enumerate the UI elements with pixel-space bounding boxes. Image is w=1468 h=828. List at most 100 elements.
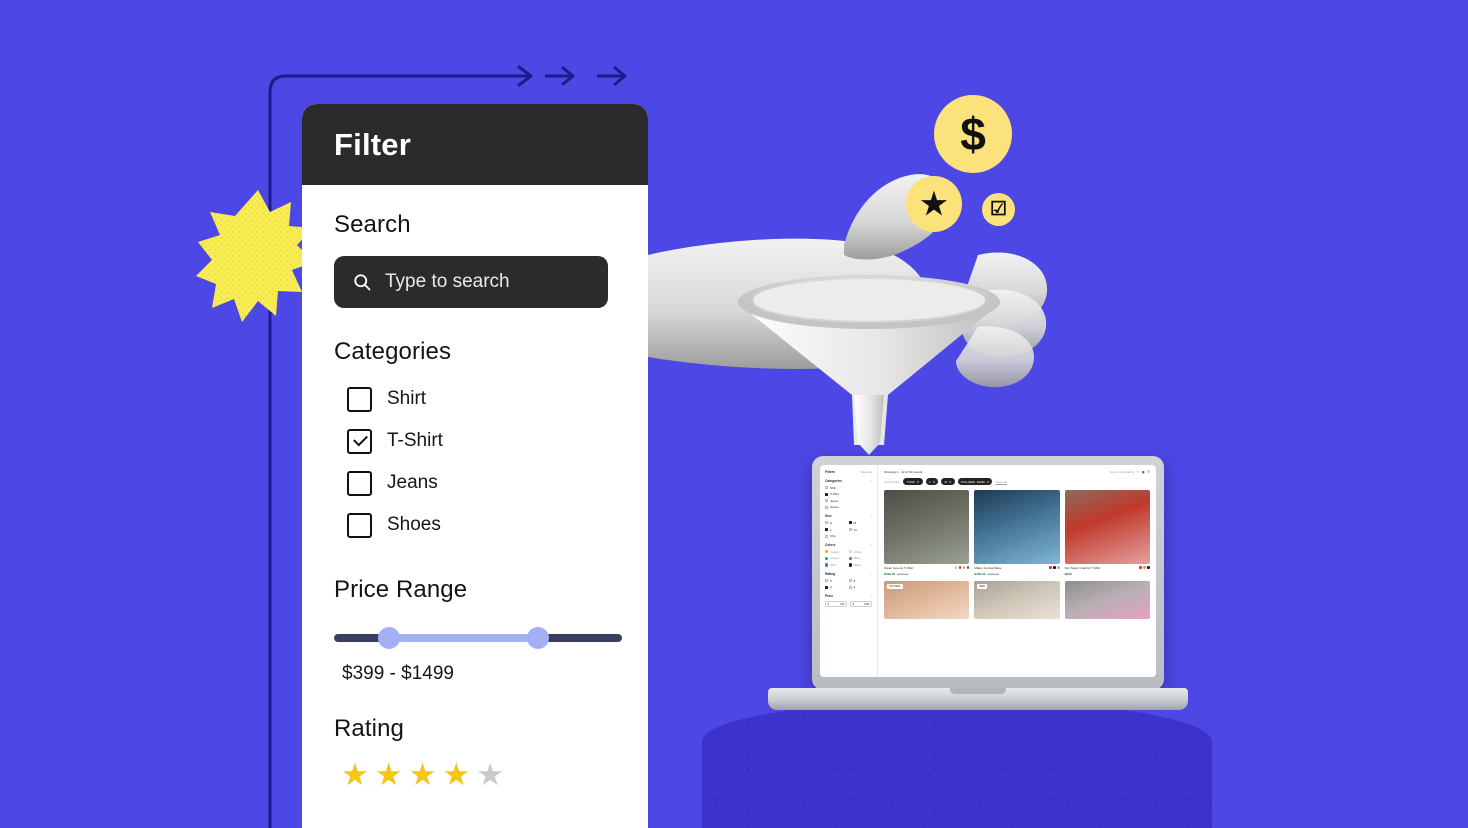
- close-icon[interactable]: ✕: [933, 480, 935, 484]
- product-name: Clean Greens T-Shirt: [884, 566, 914, 571]
- product-card[interactable]: Not Today Graphic T-Shirt $999: [1064, 490, 1150, 576]
- mini-option[interactable]: 4: [825, 585, 849, 589]
- close-icon[interactable]: ✕: [949, 480, 951, 484]
- chevron-up-icon[interactable]: ^: [871, 479, 872, 483]
- color-swatch[interactable]: [825, 556, 829, 561]
- product-swatches[interactable]: [954, 566, 970, 570]
- color-swatch[interactable]: [848, 563, 852, 567]
- close-icon[interactable]: ✕: [917, 480, 919, 484]
- product-card[interactable]: HOT DEAL: [884, 581, 970, 620]
- mini-color-option[interactable]: Green: [825, 556, 849, 560]
- mini-checkbox[interactable]: [825, 579, 828, 583]
- mini-checkbox[interactable]: [825, 505, 828, 509]
- search-placeholder: Type to search: [385, 271, 510, 292]
- mini-option[interactable]: 2: [848, 585, 873, 590]
- mini-color-option[interactable]: White: [848, 550, 873, 554]
- product-card[interactable]: Clean Greens T-Shirt $499.00 $699.00: [884, 490, 970, 576]
- slider-handle-max[interactable]: [527, 627, 550, 649]
- filter-pill[interactable]: L ✕: [925, 478, 939, 486]
- product-swatches[interactable]: [1139, 566, 1150, 570]
- category-item-jeans[interactable]: Jeans: [334, 462, 616, 504]
- mini-option[interactable]: L: [825, 528, 849, 532]
- grid-view-icon[interactable]: ▦: [1142, 470, 1145, 474]
- mini-checkbox[interactable]: [825, 521, 828, 525]
- color-swatch[interactable]: [825, 563, 829, 567]
- product-image: HOT DEAL: [884, 581, 970, 620]
- star-4-filled[interactable]: ★: [442, 759, 470, 790]
- price-range-slider[interactable]: [334, 627, 622, 649]
- mini-checkbox[interactable]: [848, 521, 852, 525]
- mini-checkbox[interactable]: [825, 585, 828, 589]
- mini-color-option[interactable]: Black: [848, 563, 873, 567]
- price-from-input[interactable]: $ 399: [825, 601, 847, 608]
- mini-color-option[interactable]: Blue: [848, 556, 873, 561]
- mini-option[interactable]: Shirt: [825, 486, 872, 490]
- price-to-input[interactable]: $ 1499: [850, 601, 872, 608]
- mini-clear-all-link[interactable]: Clear all: [995, 480, 1006, 484]
- checkbox-tshirt[interactable]: [347, 428, 372, 454]
- category-item-shoes[interactable]: Shoes: [334, 504, 616, 546]
- currency-symbol: $: [827, 602, 829, 606]
- mini-clear-all[interactable]: Clear all: [861, 470, 872, 474]
- mini-checkbox[interactable]: [825, 486, 828, 490]
- slider-handle-min[interactable]: [377, 627, 400, 649]
- filter-panel-body: Search Type to search Categories Shirt T…: [302, 185, 648, 790]
- chevron-up-icon[interactable]: ^: [871, 594, 872, 598]
- mini-checkbox[interactable]: [825, 492, 828, 496]
- mini-option[interactable]: M: [848, 521, 873, 525]
- color-swatch[interactable]: [825, 550, 829, 554]
- mini-option[interactable]: 3: [848, 578, 873, 583]
- star-2-filled[interactable]: ★: [375, 759, 403, 790]
- mini-option-label: Green: [830, 556, 839, 561]
- chevron-up-icon[interactable]: ^: [871, 543, 872, 547]
- mini-section-title: Price: [825, 594, 834, 599]
- mini-color-option[interactable]: Yellow: [825, 550, 849, 554]
- mini-color-option[interactable]: Red: [825, 563, 849, 567]
- mini-option-label: 2: [853, 585, 856, 590]
- list-view-icon[interactable]: ☰: [1147, 470, 1150, 474]
- mini-option[interactable]: Jeans: [825, 499, 872, 503]
- mini-option[interactable]: 5: [825, 579, 849, 583]
- product-card[interactable]: NEW: [974, 581, 1060, 620]
- chevron-down-icon[interactable]: ▾: [1137, 470, 1139, 474]
- checkbox-shirt[interactable]: [347, 386, 372, 412]
- star-3-filled[interactable]: ★: [409, 759, 437, 790]
- product-swatches[interactable]: [1049, 566, 1060, 570]
- mini-option[interactable]: T-Shirt: [825, 492, 872, 496]
- color-swatch[interactable]: [848, 550, 852, 554]
- mini-option[interactable]: XL: [848, 528, 873, 532]
- checkbox-jeans[interactable]: [347, 470, 372, 496]
- slider-fill: [388, 634, 539, 642]
- mini-checkbox[interactable]: [825, 534, 828, 538]
- filter-pill[interactable]: Price $399 - $1499 ✕: [957, 478, 993, 486]
- search-icon: [354, 274, 371, 291]
- chevron-up-icon[interactable]: ^: [871, 572, 872, 576]
- canvas: $ ★ ☑ Filters Clear all Categories ^ Shi…: [0, 0, 1468, 828]
- mini-checkbox[interactable]: [848, 528, 852, 532]
- chevron-up-icon[interactable]: ^: [871, 514, 872, 518]
- star-1-filled[interactable]: ★: [341, 759, 369, 790]
- rating-stars[interactable]: ★ ★ ★ ★ ★: [334, 759, 616, 790]
- filter-pill[interactable]: T-Shirt ✕: [903, 478, 923, 486]
- filter-pill[interactable]: M ✕: [941, 478, 955, 486]
- search-input[interactable]: Type to search: [334, 256, 608, 308]
- filter-pill-label: Price $399 - $1499: [961, 479, 985, 484]
- mini-sort-label[interactable]: Sort by Popularity: [1110, 470, 1134, 474]
- product-card[interactable]: Maker Gonna Make $499.00 $699.00: [974, 490, 1060, 576]
- mini-option-label: 3: [853, 578, 856, 583]
- star-5-empty[interactable]: ★: [476, 759, 504, 790]
- mini-option[interactable]: XXL: [825, 534, 849, 538]
- mini-option[interactable]: S: [825, 521, 849, 525]
- mini-checkbox[interactable]: [825, 499, 828, 503]
- close-icon[interactable]: ✕: [987, 480, 989, 484]
- category-item-tshirt[interactable]: T-Shirt: [334, 420, 616, 462]
- mini-checkbox[interactable]: [825, 528, 828, 532]
- checkbox-shoes[interactable]: [347, 512, 372, 538]
- color-swatch[interactable]: [848, 556, 852, 561]
- mini-option[interactable]: Shoes: [825, 505, 872, 509]
- category-item-shirt[interactable]: Shirt: [334, 378, 616, 420]
- mini-checkbox[interactable]: [848, 585, 852, 589]
- category-label: Jeans: [387, 472, 438, 493]
- mini-checkbox[interactable]: [848, 579, 852, 583]
- product-card[interactable]: [1064, 581, 1150, 620]
